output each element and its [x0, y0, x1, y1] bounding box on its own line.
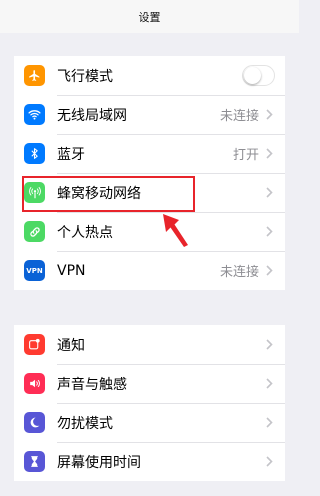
chevron-right-icon	[263, 378, 275, 389]
hotspot-icon	[24, 221, 45, 242]
settings-row-sounds[interactable]: 声音与触感	[14, 364, 285, 403]
chevron-right-icon	[263, 265, 275, 276]
vpn-status: 未连接	[219, 265, 259, 280]
settings-row-bluetooth[interactable]: 蓝牙 打开	[14, 134, 285, 173]
chevron-right-icon	[263, 456, 275, 467]
notification-icon	[24, 334, 45, 355]
settings-label: VPN	[57, 262, 86, 279]
airplane-mode-toggle[interactable]	[242, 65, 275, 86]
chevron-right-icon	[263, 417, 275, 428]
settings-row-vpn[interactable]: VPN VPN 未连接	[14, 251, 285, 290]
wifi-status: 未连接	[219, 109, 259, 124]
settings-row-wifi[interactable]: 无线局域网 未连接	[14, 95, 285, 134]
settings-row-hotspot[interactable]: 个人热点	[14, 212, 285, 251]
settings-row-airplane[interactable]: 飞行模式	[14, 56, 285, 95]
chevron-right-icon	[263, 226, 275, 237]
settings-label: 蓝牙	[57, 146, 85, 163]
wifi-icon	[24, 104, 45, 125]
settings-row-notifications[interactable]: 通知	[14, 325, 285, 364]
settings-label: 无线局域网	[57, 107, 127, 124]
nav-bar: 设置	[0, 0, 299, 33]
moon-icon	[24, 412, 45, 433]
chevron-right-icon	[263, 148, 275, 159]
settings-label: 屏幕使用时间	[57, 454, 141, 471]
settings-group-notifications: 通知 声音与触感 勿扰模式 屏幕使用时间	[14, 325, 285, 481]
settings-label: 通知	[57, 337, 85, 354]
settings-label: 飞行模式	[57, 68, 113, 85]
settings-label: 声音与触感	[57, 376, 127, 393]
settings-row-screentime[interactable]: 屏幕使用时间	[14, 442, 285, 481]
annotation-arrow-icon	[163, 214, 188, 247]
sound-icon	[24, 373, 45, 394]
settings-row-dnd[interactable]: 勿扰模式	[14, 403, 285, 442]
airplane-icon	[24, 65, 45, 86]
toggle-knob	[244, 67, 261, 84]
bluetooth-icon	[24, 143, 45, 164]
settings-group-connectivity: 飞行模式 无线局域网 未连接 蓝牙 打开 蜂窝移动网络 个人热点 VPN VPN	[14, 56, 285, 290]
hourglass-icon	[24, 451, 45, 472]
page-title: 设置	[138, 10, 161, 24]
bluetooth-status: 打开	[232, 148, 259, 163]
settings-label: 勿扰模式	[57, 415, 113, 432]
chevron-right-icon	[263, 339, 275, 350]
chevron-right-icon	[263, 187, 275, 198]
chevron-right-icon	[263, 109, 275, 120]
vpn-icon: VPN	[24, 260, 45, 281]
highlight-box	[22, 176, 195, 212]
